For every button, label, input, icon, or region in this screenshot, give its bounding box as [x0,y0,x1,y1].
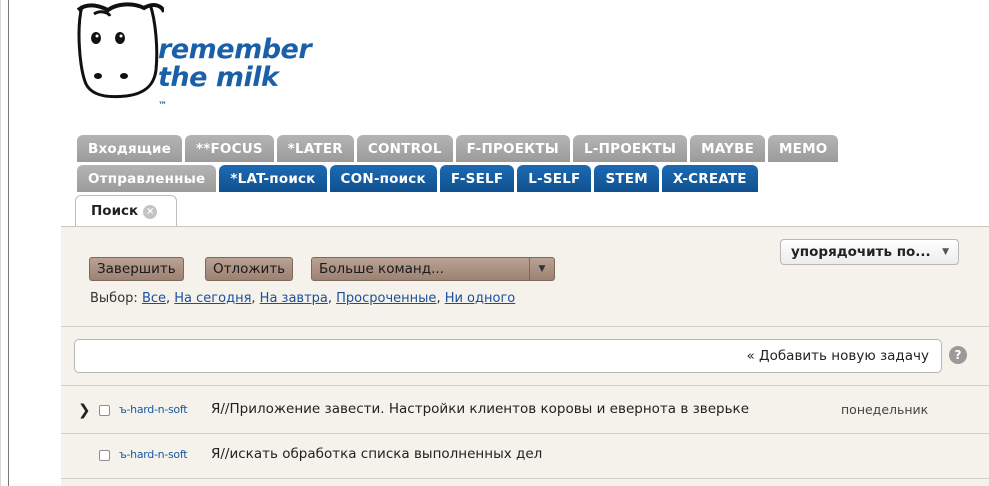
divider [61,385,989,386]
sort-dropdown[interactable]: упорядочить по... ▼ [780,239,959,265]
tab-sent[interactable]: Отправленные [77,165,217,192]
task-row[interactable]: ъ-hard-n-soft Я//искать обработка списка… [61,436,989,474]
tab-focus[interactable]: **FOCUS [184,135,274,162]
list-tabs-row-1: Входящие **FOCUS *LATER CONTROL F-ПРОЕКТ… [77,135,841,162]
rtm-logo[interactable]: remember the milk ™ [74,0,334,111]
task-tag[interactable]: ъ-hard-n-soft [119,403,188,416]
logo-trademark: ™ [158,101,167,111]
more-commands-label: Больше команд... [319,261,444,277]
tab-f-self[interactable]: F-SELF [439,165,515,192]
select-all-link[interactable]: Все [142,291,166,306]
window-edge [0,0,1,486]
task-due-date: понедельник [841,402,929,417]
task-panel: Завершить Отложить Больше команд... ▼ уп… [61,226,989,486]
tab-memo[interactable]: MEMO [768,135,839,162]
logo-line1: remember [158,34,312,65]
tab-l-self[interactable]: L-SELF [517,165,592,192]
tab-search-active[interactable]: Поиск × [75,195,177,227]
tab-stem[interactable]: STEM [594,165,659,192]
tab-search-label: Поиск [91,203,139,219]
window-border [8,0,9,486]
select-tomorrow-link[interactable]: На завтра [260,291,328,306]
more-commands-dropdown[interactable]: Больше команд... ▼ [311,257,555,281]
add-task-label: « Добавить новую задачу [746,348,929,364]
task-checkbox[interactable] [99,450,110,461]
close-icon[interactable]: × [143,205,158,219]
tab-f-projects[interactable]: F-ПРОЕКТЫ [455,135,570,162]
logo-line2-text: the milk [158,62,279,93]
selection-bar: Выбор: Все, На сегодня, На завтра, Проср… [90,291,516,306]
task-row[interactable]: ❯ ъ-hard-n-soft Я//Приложение завести. Н… [61,391,989,429]
divider [61,478,989,479]
tab-inbox[interactable]: Входящие [77,135,182,162]
help-icon[interactable]: ? [949,346,967,364]
tab-control[interactable]: CONTROL [356,135,453,162]
tab-l-projects[interactable]: L-ПРОЕКТЫ [573,135,688,162]
complete-button[interactable]: Завершить [89,257,184,281]
logo-wordmark: remember the milk ™ [158,34,312,120]
cow-icon [76,2,164,99]
tab-con-search[interactable]: CON-поиск [329,165,437,192]
sort-label: упорядочить по... [791,244,931,260]
tab-lat-search[interactable]: *LAT-поиск [219,165,327,192]
list-tabs-row-2: Отправленные *LAT-поиск CON-поиск F-SELF… [77,165,761,192]
tab-x-create[interactable]: X-CREATE [661,165,758,192]
chevron-down-icon: ▼ [529,258,554,280]
task-checkbox[interactable] [99,405,110,416]
divider [61,433,989,434]
tab-maybe[interactable]: MAYBE [690,135,766,162]
select-none-link[interactable]: Ни одного [445,291,516,306]
chevron-down-icon: ▼ [942,247,949,257]
select-overdue-link[interactable]: Просроченные [336,291,436,306]
select-today-link[interactable]: На сегодня [174,291,251,306]
add-task-input[interactable]: « Добавить новую задачу [74,339,942,373]
task-name[interactable]: Я//Приложение завести. Настройки клиенто… [211,401,749,417]
task-name[interactable]: Я//искать обработка списка выполненных д… [211,446,542,462]
divider [61,326,989,327]
postpone-button[interactable]: Отложить [205,257,294,281]
tab-later[interactable]: *LATER [276,135,354,162]
selection-label: Выбор: [90,291,138,306]
logo-line2: the milk ™ [158,64,311,120]
chevron-right-icon: ❯ [78,401,91,419]
task-tag[interactable]: ъ-hard-n-soft [119,448,188,461]
